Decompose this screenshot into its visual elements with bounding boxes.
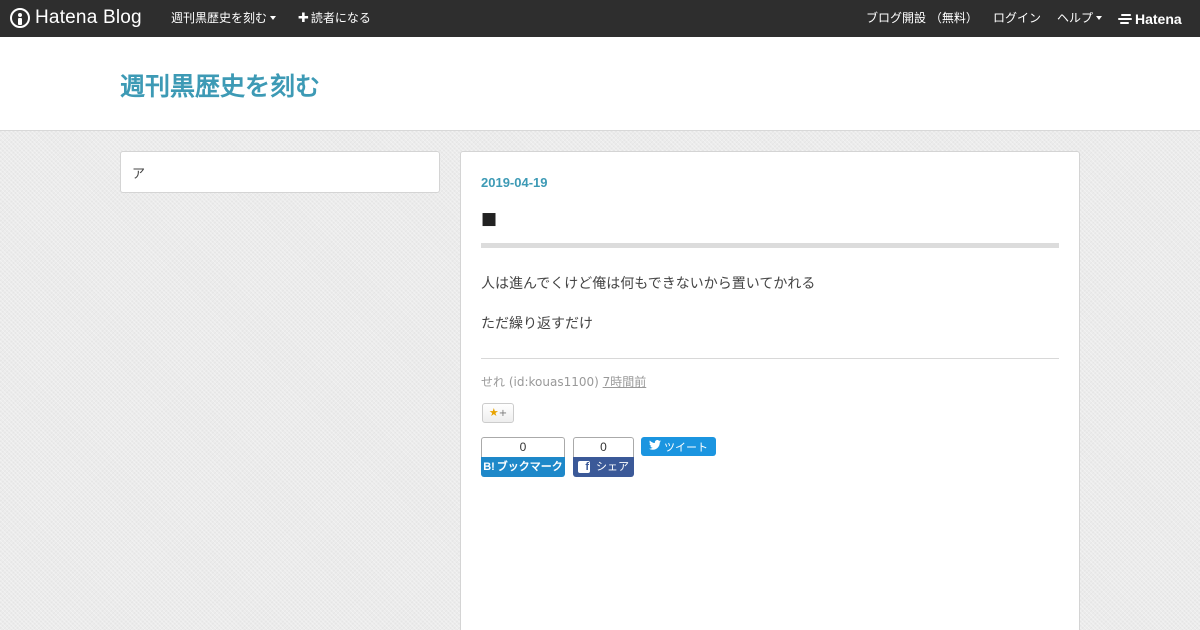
- hatena-bookmark-count: 0: [481, 437, 565, 457]
- login-link[interactable]: ログイン: [993, 0, 1041, 37]
- hatena-blog-logo[interactable]: Hatena Blog: [10, 7, 142, 29]
- help-dropdown[interactable]: ヘルプ: [1057, 0, 1103, 37]
- facebook-icon: f: [578, 461, 590, 473]
- entry-article: 2019-04-19 ■ 人は進んでくけど俺は何もできないから置いてかれる ただ…: [460, 151, 1080, 630]
- hatena-blog-logo-icon: [10, 8, 30, 28]
- entry-author[interactable]: せれ (id:kouas1100): [481, 375, 599, 389]
- hatena-bookmark-icon: B!: [483, 461, 495, 473]
- hatena-bookmark-button[interactable]: 0 B! ブックマーク: [481, 437, 565, 477]
- entry-time-link[interactable]: 7時間前: [603, 375, 647, 389]
- subscribe-button[interactable]: ✚ 読者になる: [298, 0, 371, 37]
- subscribe-label: 読者になる: [310, 11, 371, 25]
- facebook-share-label-box: f シェア: [573, 457, 634, 477]
- sidebar-text: ア: [132, 167, 146, 182]
- hatena-logo-text: Hatena: [1135, 10, 1182, 27]
- caret-down-icon: [270, 15, 277, 20]
- entry-paragraph: 人は進んでくけど俺は何もできないから置いてかれる: [481, 276, 816, 292]
- sidebar-module: ア: [120, 151, 440, 193]
- star-plus-label: +: [498, 408, 508, 419]
- facebook-share-count: 0: [573, 437, 634, 457]
- twitter-bird-icon: [649, 440, 661, 453]
- entry-title[interactable]: ■: [481, 209, 497, 229]
- global-header: Hatena Blog 週刊黒歴史を刻む ✚ 読者になる ブログ開設 （無料） ロ…: [0, 0, 1200, 37]
- help-label: ヘルプ: [1057, 11, 1094, 25]
- hatena-logo[interactable]: Hatena: [1118, 0, 1182, 37]
- hatena-logo-icon: [1118, 13, 1132, 24]
- entry-date[interactable]: 2019-04-19: [481, 175, 548, 190]
- blog-menu-dropdown[interactable]: 週刊黒歴史を刻む: [171, 0, 277, 37]
- entry-meta: せれ (id:kouas1100) 7時間前: [481, 373, 646, 390]
- add-star-button[interactable]: ★+: [482, 403, 514, 423]
- blog-menu-label: 週刊黒歴史を刻む: [171, 11, 268, 25]
- hatena-bookmark-label-box: B! ブックマーク: [481, 457, 565, 477]
- title-divider: [481, 243, 1059, 248]
- hatena-bookmark-label: ブックマーク: [496, 460, 563, 473]
- tweet-button[interactable]: ツイート: [641, 437, 716, 456]
- open-blog-link[interactable]: ブログ開設 （無料）: [866, 0, 978, 37]
- blog-title-band: 週刊黒歴史を刻む: [0, 37, 1200, 131]
- caret-down-icon: [1096, 15, 1103, 20]
- tweet-label: ツイート: [664, 440, 708, 454]
- facebook-share-button[interactable]: 0 f シェア: [573, 437, 634, 477]
- blog-title[interactable]: 週刊黒歴史を刻む: [120, 67, 320, 103]
- entry-footer-divider: [481, 358, 1059, 359]
- entry-paragraph: ただ繰り返すだけ: [481, 316, 593, 332]
- hatena-blog-logo-text: Hatena Blog: [35, 7, 142, 28]
- star-icon: ★: [488, 406, 499, 419]
- plus-icon: ✚: [298, 11, 309, 26]
- facebook-share-label: シェア: [596, 460, 629, 473]
